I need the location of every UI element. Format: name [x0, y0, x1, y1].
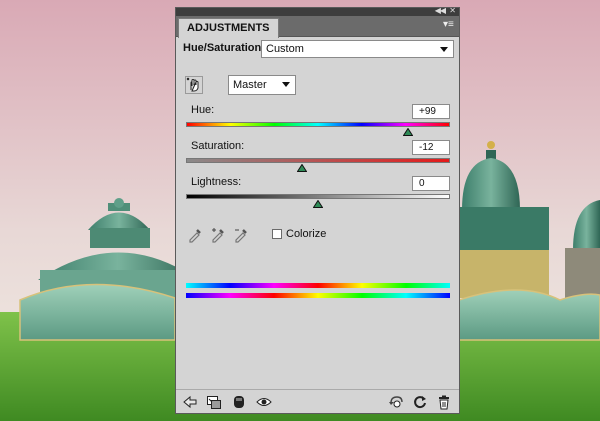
panel-footer-toolbar — [176, 389, 459, 414]
hue-label: Hue: — [191, 104, 215, 116]
adjustments-panel: ◀◀ ✕ ADJUSTMENTS ▾≡ Hue/Saturation Custo… — [175, 6, 460, 414]
channel-dropdown[interactable]: Master — [228, 75, 296, 95]
hue-slider-thumb[interactable] — [402, 128, 413, 136]
saturation-slider-track[interactable] — [186, 158, 450, 163]
target-adjust-hand-icon[interactable] — [185, 76, 203, 94]
lightness-slider-thumb[interactable] — [313, 200, 323, 208]
chevron-down-icon — [282, 82, 290, 87]
colorize-label: Colorize — [286, 228, 327, 240]
trash-icon[interactable] — [436, 394, 452, 410]
colorize-checkbox[interactable] — [272, 229, 282, 239]
tab-row: ADJUSTMENTS ▾≡ — [176, 16, 459, 38]
saturation-value-field[interactable]: -12 — [412, 140, 450, 155]
chevron-down-icon — [440, 47, 448, 52]
eyedropper-minus-icon[interactable] — [233, 227, 249, 243]
result-spectrum-bar — [186, 283, 450, 288]
clip-to-layer-icon[interactable] — [206, 394, 222, 410]
eyedropper-icon[interactable] — [187, 227, 203, 243]
eyedropper-plus-icon[interactable] — [210, 227, 226, 243]
saturation-label: Saturation: — [191, 140, 245, 152]
preset-dropdown[interactable]: Custom — [261, 40, 454, 58]
visibility-eye-icon[interactable] — [256, 394, 272, 410]
lightness-value-field[interactable]: 0 — [412, 176, 450, 191]
lightness-slider-track[interactable] — [186, 194, 450, 199]
hue-value-field[interactable]: +99 — [412, 104, 450, 119]
close-icon[interactable]: ✕ — [449, 6, 456, 15]
preset-value: Custom — [266, 43, 304, 55]
view-previous-icon[interactable] — [388, 394, 404, 410]
channel-value: Master — [233, 79, 267, 91]
adjustment-type-label: Hue/Saturation — [183, 42, 262, 54]
panel-titlebar: ◀◀ ✕ — [176, 6, 459, 16]
saturation-slider-thumb[interactable] — [297, 164, 308, 172]
tab-adjustments[interactable]: ADJUSTMENTS — [178, 18, 279, 38]
collapse-icon[interactable]: ◀◀ — [435, 6, 446, 15]
panel-menu-icon[interactable]: ▾≡ — [443, 19, 455, 31]
hue-slider-track[interactable] — [186, 122, 450, 127]
reset-icon[interactable] — [412, 394, 428, 410]
input-spectrum-bar — [186, 293, 450, 298]
back-arrow-icon[interactable] — [182, 394, 198, 410]
mask-icon[interactable] — [231, 394, 247, 410]
lightness-label: Lightness: — [191, 176, 242, 188]
